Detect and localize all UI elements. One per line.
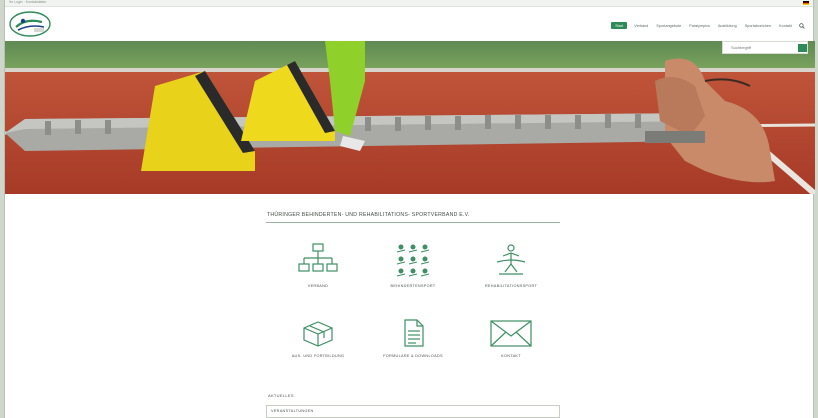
search-icon[interactable] (799, 22, 805, 29)
organization-icon (298, 243, 338, 272)
main-navigation: Start Verband Sportangebote Paralympics … (611, 22, 805, 29)
tile-kontakt[interactable]: KONTAKT (451, 318, 571, 358)
search-bar (722, 41, 808, 54)
search-input[interactable] (731, 45, 796, 50)
aktuelles-select[interactable]: VERANSTALTUNGEN (266, 405, 560, 418)
education-icon (303, 321, 333, 347)
document-icon (404, 319, 424, 347)
nav-item-kontakt[interactable]: Kontakt (778, 23, 793, 29)
search-submit-button[interactable] (798, 43, 807, 52)
aktuelles-heading: AKTUELLES (268, 393, 294, 398)
aktuelles-select-value: VERANSTALTUNGEN (271, 409, 314, 413)
hero-track-photo (5, 41, 815, 194)
page-title: THÜRINGER BEHINDERTEN- UND REHABILITATIO… (267, 212, 470, 218)
language-flag-icon[interactable] (803, 1, 809, 5)
tile-label: REHABILITATIONSSPORT (484, 284, 538, 288)
tile-label: KONTAKT (501, 354, 521, 358)
envelope-icon (490, 320, 532, 347)
site-header: Start Verband Sportangebote Paralympics … (5, 7, 813, 41)
top-utility-bar: Ihr Login · Kontaktdaten (5, 0, 813, 7)
nav-item-ausbildung[interactable]: Ausbildung (717, 23, 738, 29)
nav-item-start[interactable]: Start (611, 22, 628, 29)
tile-rehabilitationssport[interactable]: REHABILITATIONSSPORT (451, 242, 571, 288)
sports-grid-icon (396, 244, 430, 277)
browser-page: Ihr Login · Kontaktdaten Start Verband S… (4, 0, 815, 418)
nav-item-sportangebote[interactable]: Sportangebote (655, 23, 682, 29)
nav-item-paralympics[interactable]: Paralympics (688, 23, 711, 29)
nav-item-verband[interactable]: Verband (633, 23, 649, 29)
hero-image (5, 41, 815, 194)
top-utility-text[interactable]: Ihr Login · Kontaktdaten (9, 0, 46, 4)
nav-item-sportabzeichen[interactable]: Sportabzeichen (744, 23, 772, 29)
rehab-person-icon (496, 244, 526, 275)
title-divider (266, 222, 560, 223)
logo-icon[interactable] (8, 10, 52, 38)
